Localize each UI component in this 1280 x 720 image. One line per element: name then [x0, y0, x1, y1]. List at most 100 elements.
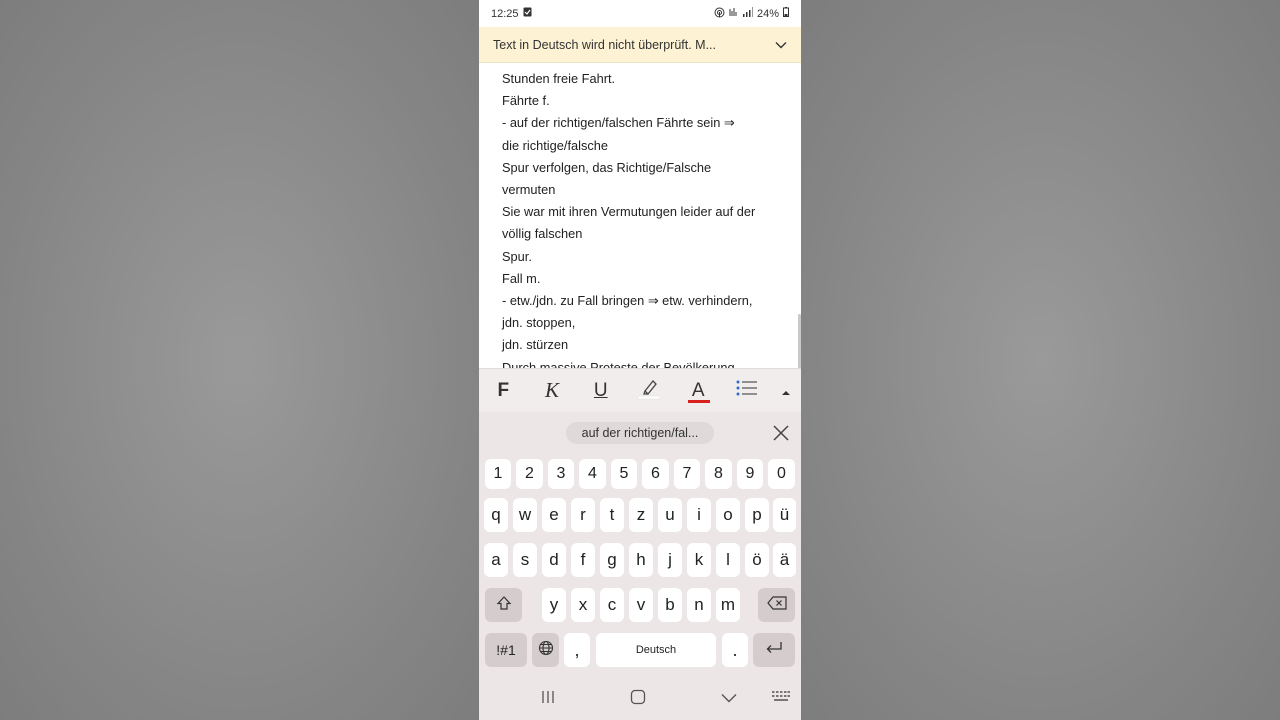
document-line[interactable]: vermuten [502, 179, 783, 201]
key-k[interactable]: k [687, 543, 711, 577]
backspace-icon [766, 595, 787, 615]
key-a[interactable]: a [484, 543, 508, 577]
key-b[interactable]: b [658, 588, 682, 622]
chevron-down-icon [721, 690, 737, 708]
hotspot-icon [714, 7, 725, 21]
key-z[interactable]: z [629, 498, 653, 532]
key-d[interactable]: d [542, 543, 566, 577]
hide-keyboard-button[interactable] [718, 688, 740, 710]
shift-key[interactable] [485, 588, 522, 622]
chevron-down-icon[interactable] [775, 38, 787, 52]
key-7[interactable]: 7 [674, 459, 700, 489]
key-q[interactable]: q [484, 498, 508, 532]
symbols-key[interactable]: !#1 [485, 633, 527, 667]
caret-up-icon [781, 379, 791, 402]
key-c[interactable]: c [600, 588, 624, 622]
key-w[interactable]: w [513, 498, 537, 532]
document-line[interactable]: Sie war mit ihren Vermutungen leider auf… [502, 201, 783, 223]
number-row: 1 2 3 4 5 6 7 8 9 0 [479, 459, 801, 493]
enter-key[interactable] [753, 633, 795, 667]
home-icon [630, 689, 646, 710]
italic-button[interactable]: K [528, 369, 577, 413]
highlighter-icon [636, 376, 662, 406]
key-4[interactable]: 4 [579, 459, 606, 489]
close-icon[interactable] [771, 423, 791, 443]
clipboard-suggestion[interactable]: auf der richtigen/fal... [565, 422, 715, 444]
status-bar: 12:25 24% [479, 0, 801, 27]
document-line[interactable]: Spur verfolgen, das Richtige/Falsche [502, 157, 783, 179]
backspace-key[interactable] [758, 588, 795, 622]
language-key[interactable] [532, 633, 559, 667]
key-9[interactable]: 9 [737, 459, 763, 489]
document-line[interactable]: Stunden freie Fahrt. [502, 68, 783, 90]
phone-screen: 12:25 24% Text in Deutsch wird nicht übe… [479, 0, 801, 720]
key-e[interactable]: e [542, 498, 566, 532]
enter-icon [765, 640, 783, 660]
key-h[interactable]: h [629, 543, 653, 577]
key-t[interactable]: t [600, 498, 624, 532]
key-3[interactable]: 3 [548, 459, 574, 489]
key-0[interactable]: 0 [768, 459, 795, 489]
key-ae[interactable]: ä [773, 543, 796, 577]
key-u[interactable]: u [658, 498, 682, 532]
key-6[interactable]: 6 [642, 459, 669, 489]
comma-key[interactable]: , [564, 633, 590, 667]
shift-icon [496, 595, 512, 616]
document-line[interactable]: - etw./jdn. zu Fall bringen ⇒ etw. verhi… [502, 290, 783, 312]
suggestion-bar: auf der richtigen/fal... [479, 412, 801, 454]
recent-apps-button[interactable] [537, 688, 559, 710]
document-body[interactable]: Stunden freie Fahrt. Fährte f. - auf der… [479, 64, 801, 368]
keyboard-switch-button[interactable] [770, 688, 792, 710]
document-line[interactable]: jdn. stoppen, [502, 312, 783, 334]
document-line[interactable]: Fährte f. [502, 90, 783, 112]
letter-row-2: a s d f g h j k l ö ä [479, 543, 801, 577]
key-oe[interactable]: ö [745, 543, 769, 577]
key-8[interactable]: 8 [705, 459, 732, 489]
background-left [0, 0, 479, 720]
highlight-button[interactable] [625, 369, 674, 413]
key-n[interactable]: n [687, 588, 711, 622]
key-ue[interactable]: ü [773, 498, 796, 532]
key-f[interactable]: f [571, 543, 595, 577]
list-button[interactable] [723, 369, 772, 413]
key-s[interactable]: s [513, 543, 537, 577]
key-v[interactable]: v [629, 588, 653, 622]
period-key[interactable]: . [722, 633, 748, 667]
key-m[interactable]: m [716, 588, 740, 622]
space-key[interactable]: Deutsch [596, 633, 716, 667]
font-color-swatch [687, 399, 710, 403]
key-l[interactable]: l [716, 543, 740, 577]
bold-button[interactable]: F [479, 369, 528, 413]
key-5[interactable]: 5 [611, 459, 637, 489]
status-time: 12:25 [491, 7, 519, 20]
key-j[interactable]: j [658, 543, 682, 577]
document-line[interactable]: Durch massive Proteste der Bevölkerung [502, 357, 783, 368]
home-button[interactable] [627, 688, 649, 710]
document-line[interactable]: die richtige/falsche [502, 135, 783, 157]
notification-icon [523, 7, 532, 20]
key-o[interactable]: o [716, 498, 740, 532]
document-scrollbar[interactable] [798, 314, 801, 368]
document-line[interactable]: Spur. [502, 246, 783, 268]
key-r[interactable]: r [571, 498, 595, 532]
document-line[interactable]: jdn. stürzen [502, 334, 783, 356]
document-line[interactable]: - auf der richtigen/falschen Fährte sein… [502, 112, 783, 134]
document-line[interactable]: völlig falschen [502, 223, 783, 245]
document-lines[interactable]: Stunden freie Fahrt. Fährte f. - auf der… [479, 64, 801, 368]
font-color-label: A [691, 379, 705, 401]
signal-icon [742, 7, 753, 20]
key-2[interactable]: 2 [516, 459, 543, 489]
document-line[interactable]: Fall m. [502, 268, 783, 290]
wifi-calling-icon [729, 7, 739, 21]
underline-button[interactable]: U [576, 369, 625, 413]
font-color-button[interactable]: A [674, 369, 723, 413]
language-banner[interactable]: Text in Deutsch wird nicht überprüft. M.… [479, 27, 801, 63]
key-i[interactable]: i [687, 498, 711, 532]
key-1[interactable]: 1 [485, 459, 511, 489]
key-p[interactable]: p [745, 498, 769, 532]
key-x[interactable]: x [571, 588, 595, 622]
battery-percent: 24% [756, 7, 779, 20]
toolbar-expand-button[interactable] [771, 369, 801, 413]
key-g[interactable]: g [600, 543, 624, 577]
key-y[interactable]: y [542, 588, 566, 622]
